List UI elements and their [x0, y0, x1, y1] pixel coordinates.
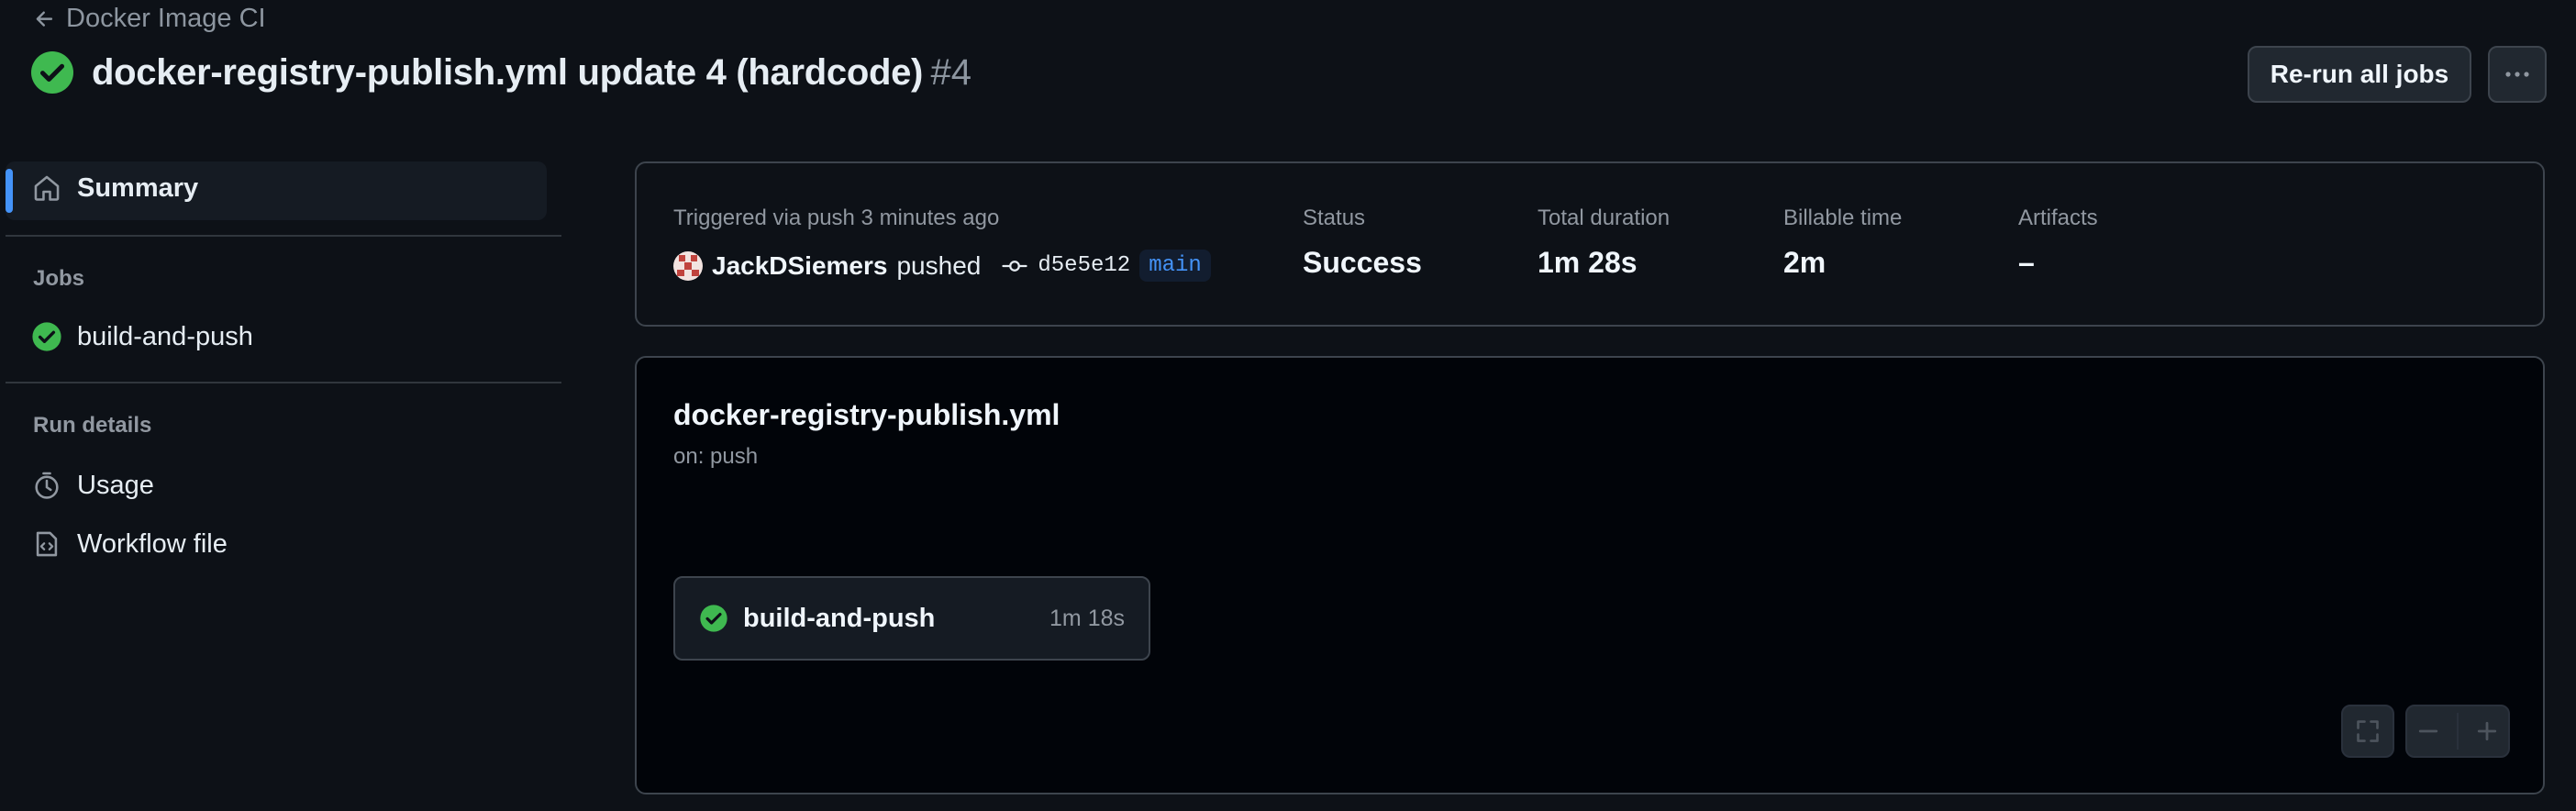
commit-sha-link[interactable]: d5e5e12	[1038, 253, 1130, 278]
run-summary-card	[635, 161, 2545, 327]
job-name: build-and-push	[743, 603, 936, 633]
zoom-out-icon[interactable]	[2415, 718, 2441, 744]
sidebar-item-usage[interactable]: Usage	[31, 470, 154, 501]
run-details-heading: Run details	[33, 413, 152, 438]
total-duration-label: Total duration	[1538, 206, 1671, 230]
kebab-horizontal-icon	[2505, 72, 2529, 77]
arrow-left-icon	[36, 10, 53, 27]
check-circle-icon	[31, 51, 73, 94]
file-code-icon	[36, 531, 58, 557]
sidebar-item-workflow-file[interactable]: Workflow file	[31, 528, 228, 560]
back-link[interactable]: Docker Image CI	[33, 4, 266, 34]
triggered-text: Triggered via push 3 minutes ago	[673, 206, 1000, 230]
sidebar-item-label: Workflow file	[77, 528, 228, 559]
zoom-controls	[2405, 705, 2510, 758]
more-options-button[interactable]	[2488, 46, 2547, 103]
home-icon	[34, 175, 60, 201]
page-title-row: docker-registry-publish.yml update 4 (ha…	[31, 51, 972, 94]
trigger-details: JackDSiemers pushed d5e5e12 main	[673, 250, 1211, 282]
sidebar-item-build-and-push[interactable]: build-and-push	[31, 321, 253, 352]
status-label: Status	[1303, 206, 1366, 230]
run-number: #4	[930, 51, 972, 93]
actor-action: pushed	[896, 250, 982, 280]
check-circle-icon	[32, 322, 61, 351]
page-title: docker-registry-publish.yml update 4 (ha…	[92, 51, 924, 93]
sidebar-item-label: Summary	[77, 172, 199, 203]
sidebar-item-label: Usage	[77, 470, 154, 500]
branch-badge[interactable]: main	[1139, 250, 1211, 282]
sidebar-active-indicator	[6, 169, 13, 213]
sidebar-divider	[6, 382, 561, 383]
billable-time-label: Billable time	[1783, 206, 1903, 230]
sidebar-item-summary[interactable]: Summary	[31, 172, 198, 204]
zoom-divider	[2456, 713, 2459, 750]
back-link-label: Docker Image CI	[66, 4, 266, 33]
fullscreen-button[interactable]	[2341, 705, 2394, 758]
status-value: Success	[1303, 246, 1422, 279]
jobs-heading: Jobs	[33, 266, 85, 291]
sidebar-item-label: build-and-push	[77, 321, 253, 351]
workflow-trigger: on: push	[673, 444, 759, 469]
avatar[interactable]	[673, 250, 703, 281]
rerun-all-jobs-button[interactable]: Re-run all jobs	[2248, 46, 2471, 103]
zoom-in-icon[interactable]	[2474, 718, 2500, 744]
actor-link[interactable]: JackDSiemers	[712, 251, 887, 281]
screen-full-icon	[2357, 720, 2379, 742]
workflow-name: docker-registry-publish.yml	[673, 398, 1060, 431]
billable-time-value: 2m	[1783, 246, 1827, 279]
job-duration: 1m 18s	[1049, 605, 1125, 631]
job-node-build-and-push[interactable]: build-and-push 1m 18s	[673, 576, 1150, 661]
artifacts-label: Artifacts	[2018, 206, 2098, 230]
sidebar-divider	[6, 235, 561, 237]
stopwatch-icon	[35, 472, 59, 499]
git-commit-icon	[1002, 260, 1027, 272]
check-circle-icon	[700, 605, 727, 632]
artifacts-value: –	[2018, 246, 2035, 279]
total-duration-value: 1m 28s	[1538, 246, 1638, 279]
